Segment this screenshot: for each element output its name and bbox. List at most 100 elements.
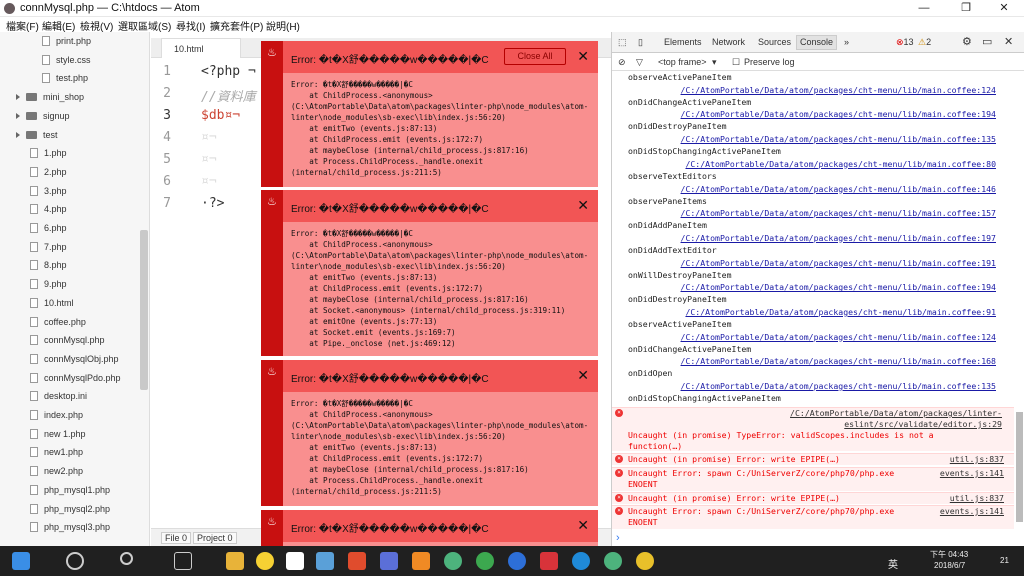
tab-console[interactable]: Console <box>796 35 838 50</box>
status-file[interactable]: File 0 <box>161 532 192 544</box>
tab-10-html[interactable]: 10.html <box>161 38 241 58</box>
menu-item[interactable]: 編輯(E) <box>42 18 75 33</box>
console-scrollbar[interactable] <box>1016 412 1023 522</box>
file-item[interactable]: style.css <box>0 51 140 69</box>
close-all-button[interactable]: Close All <box>504 48 566 65</box>
folder-item[interactable]: mini_shop <box>0 88 140 106</box>
atom-icon[interactable] <box>444 552 462 570</box>
close-devtools-icon[interactable]: ✕ <box>1004 35 1013 48</box>
console-error-link[interactable]: util.js:837 <box>950 493 1004 504</box>
chrome-canary-icon[interactable] <box>286 552 304 570</box>
file-item[interactable]: 8.php <box>0 256 140 274</box>
tab-sources[interactable]: Sources <box>758 37 791 47</box>
console-source-link[interactable]: /C:/AtomPortable/Data/atom/packages/cht-… <box>681 208 996 219</box>
ime-indicator[interactable]: 英 <box>888 556 898 571</box>
console-source-link[interactable]: /C:/AtomPortable/Data/atom/packages/cht-… <box>681 332 996 343</box>
console-error-link[interactable]: events.js:141 <box>940 468 1004 479</box>
console-source-link[interactable]: /C:/AtomPortable/Data/atom/packages/cht-… <box>681 85 996 96</box>
file-item[interactable]: 10.html <box>0 294 140 312</box>
frame-select[interactable]: <top frame> <box>658 57 707 67</box>
inspect-icon[interactable]: ⬚ <box>618 37 627 48</box>
console-source-link[interactable]: /C:/AtomPortable/Data/atom/packages/cht-… <box>681 381 996 392</box>
file-item[interactable]: coffee.php <box>0 313 140 331</box>
atom-running-icon[interactable] <box>604 552 622 570</box>
folder-item[interactable]: test <box>0 126 140 144</box>
maximize-button[interactable]: ❐ <box>946 0 986 17</box>
chrome-icon[interactable] <box>636 552 654 570</box>
file-item[interactable]: php_mysql2.php <box>0 500 140 518</box>
app-icon-3[interactable] <box>348 552 366 570</box>
clock-time[interactable]: 下午 04:43 <box>930 549 968 560</box>
console-error-link[interactable]: util.js:837 <box>950 454 1004 465</box>
console-source-link[interactable]: /C:/AtomPortable/Data/atom/packages/cht-… <box>681 258 996 269</box>
tab-elements[interactable]: Elements <box>664 37 702 47</box>
console-source-link[interactable]: /C:/AtomPortable/Data/atom/packages/cht-… <box>685 159 996 170</box>
filter-icon[interactable]: ▽ <box>636 57 643 68</box>
file-item[interactable]: 2.php <box>0 163 140 181</box>
settings-gear-icon[interactable]: ⚙ <box>962 35 972 48</box>
file-item[interactable]: new1.php <box>0 443 140 461</box>
minimize-button[interactable]: — <box>904 0 944 17</box>
console-source-link[interactable]: /C:/AtomPortable/Data/atom/packages/cht-… <box>681 134 996 145</box>
close-window-button[interactable]: ✕ <box>984 0 1024 17</box>
preserve-log-checkbox[interactable]: ☐ <box>732 57 740 68</box>
clear-console-icon[interactable]: ⊘ <box>618 57 626 68</box>
file-item[interactable]: 4.php <box>0 200 140 218</box>
file-item[interactable]: test.php <box>0 69 140 87</box>
app-icon-2[interactable] <box>316 552 334 570</box>
file-item[interactable]: new2.php <box>0 462 140 480</box>
warning-count-badge[interactable]: ⚠2 <box>918 37 931 48</box>
file-item[interactable]: 9.php <box>0 275 140 293</box>
menu-item[interactable]: 說明(H) <box>266 18 300 33</box>
console-source-link[interactable]: /C:/AtomPortable/Data/atom/packages/cht-… <box>681 184 996 195</box>
frame-dropdown-icon[interactable]: ▾ <box>712 57 717 68</box>
back-icon[interactable] <box>66 552 84 570</box>
file-item[interactable]: index.php <box>0 406 140 424</box>
device-icon[interactable]: ▯ <box>638 37 643 48</box>
file-item[interactable]: connMysql.php <box>0 331 140 349</box>
console-source-link[interactable]: /C:/AtomPortable/Data/atom/packages/cht-… <box>685 307 996 318</box>
console-error-link[interactable]: /C:/AtomPortable/Data/atom/packages/lint… <box>722 408 1002 430</box>
file-item[interactable]: 1.php <box>0 144 140 162</box>
tab-network[interactable]: Network <box>712 37 745 47</box>
menu-item[interactable]: 檔案(F) <box>6 18 39 33</box>
file-item[interactable]: php_mysql1.php <box>0 481 140 499</box>
notification-badge[interactable]: 21 <box>1000 556 1009 565</box>
file-item[interactable]: 7.php <box>0 238 140 256</box>
error-close-button[interactable]: ✕ <box>577 197 589 214</box>
error-close-button[interactable]: ✕ <box>577 367 589 384</box>
console-error-link[interactable]: events.js:141 <box>940 506 1004 517</box>
virtualbox-icon[interactable] <box>380 552 398 570</box>
file-item[interactable]: print.php <box>0 32 140 50</box>
dock-icon[interactable]: ▭ <box>982 35 992 48</box>
file-item[interactable]: connMysqlPdo.php <box>0 369 140 387</box>
search-icon[interactable] <box>120 552 133 565</box>
clock-date[interactable]: 2018/6/7 <box>934 561 965 570</box>
console-prompt[interactable]: › <box>616 532 620 544</box>
file-item[interactable]: new 1.php <box>0 425 140 443</box>
console-source-link[interactable]: /C:/AtomPortable/Data/atom/packages/cht-… <box>681 233 996 244</box>
console-source-link[interactable]: /C:/AtomPortable/Data/atom/packages/cht-… <box>681 282 996 293</box>
console-source-link[interactable]: /C:/AtomPortable/Data/atom/packages/cht-… <box>681 356 996 367</box>
file-item[interactable]: 6.php <box>0 219 140 237</box>
app-icon-4[interactable] <box>476 552 494 570</box>
menu-item[interactable]: 檢視(V) <box>80 18 113 33</box>
app-icon-7[interactable] <box>572 552 590 570</box>
xampp-icon[interactable] <box>412 552 430 570</box>
console-source-link[interactable]: /C:/AtomPortable/Data/atom/packages/cht-… <box>681 109 996 120</box>
file-item[interactable]: connMysqlObj.php <box>0 350 140 368</box>
error-count-badge[interactable]: ⊗13 <box>896 37 914 48</box>
file-item[interactable]: desktop.ini <box>0 387 140 405</box>
menu-item[interactable]: 擴充套件(P) <box>210 18 263 33</box>
app-icon-1[interactable] <box>256 552 274 570</box>
file-explorer-icon[interactable] <box>226 552 244 570</box>
status-project[interactable]: Project 0 <box>193 532 237 544</box>
folder-item[interactable]: signup <box>0 107 140 125</box>
tab-more[interactable]: » <box>844 37 849 47</box>
error-close-button[interactable]: ✕ <box>577 517 589 534</box>
tree-scrollbar[interactable] <box>140 230 148 390</box>
app-icon-6[interactable] <box>540 552 558 570</box>
file-item[interactable]: 3.php <box>0 182 140 200</box>
menu-item[interactable]: 尋找(I) <box>176 18 205 33</box>
file-item[interactable]: php_mysql3.php <box>0 518 140 536</box>
